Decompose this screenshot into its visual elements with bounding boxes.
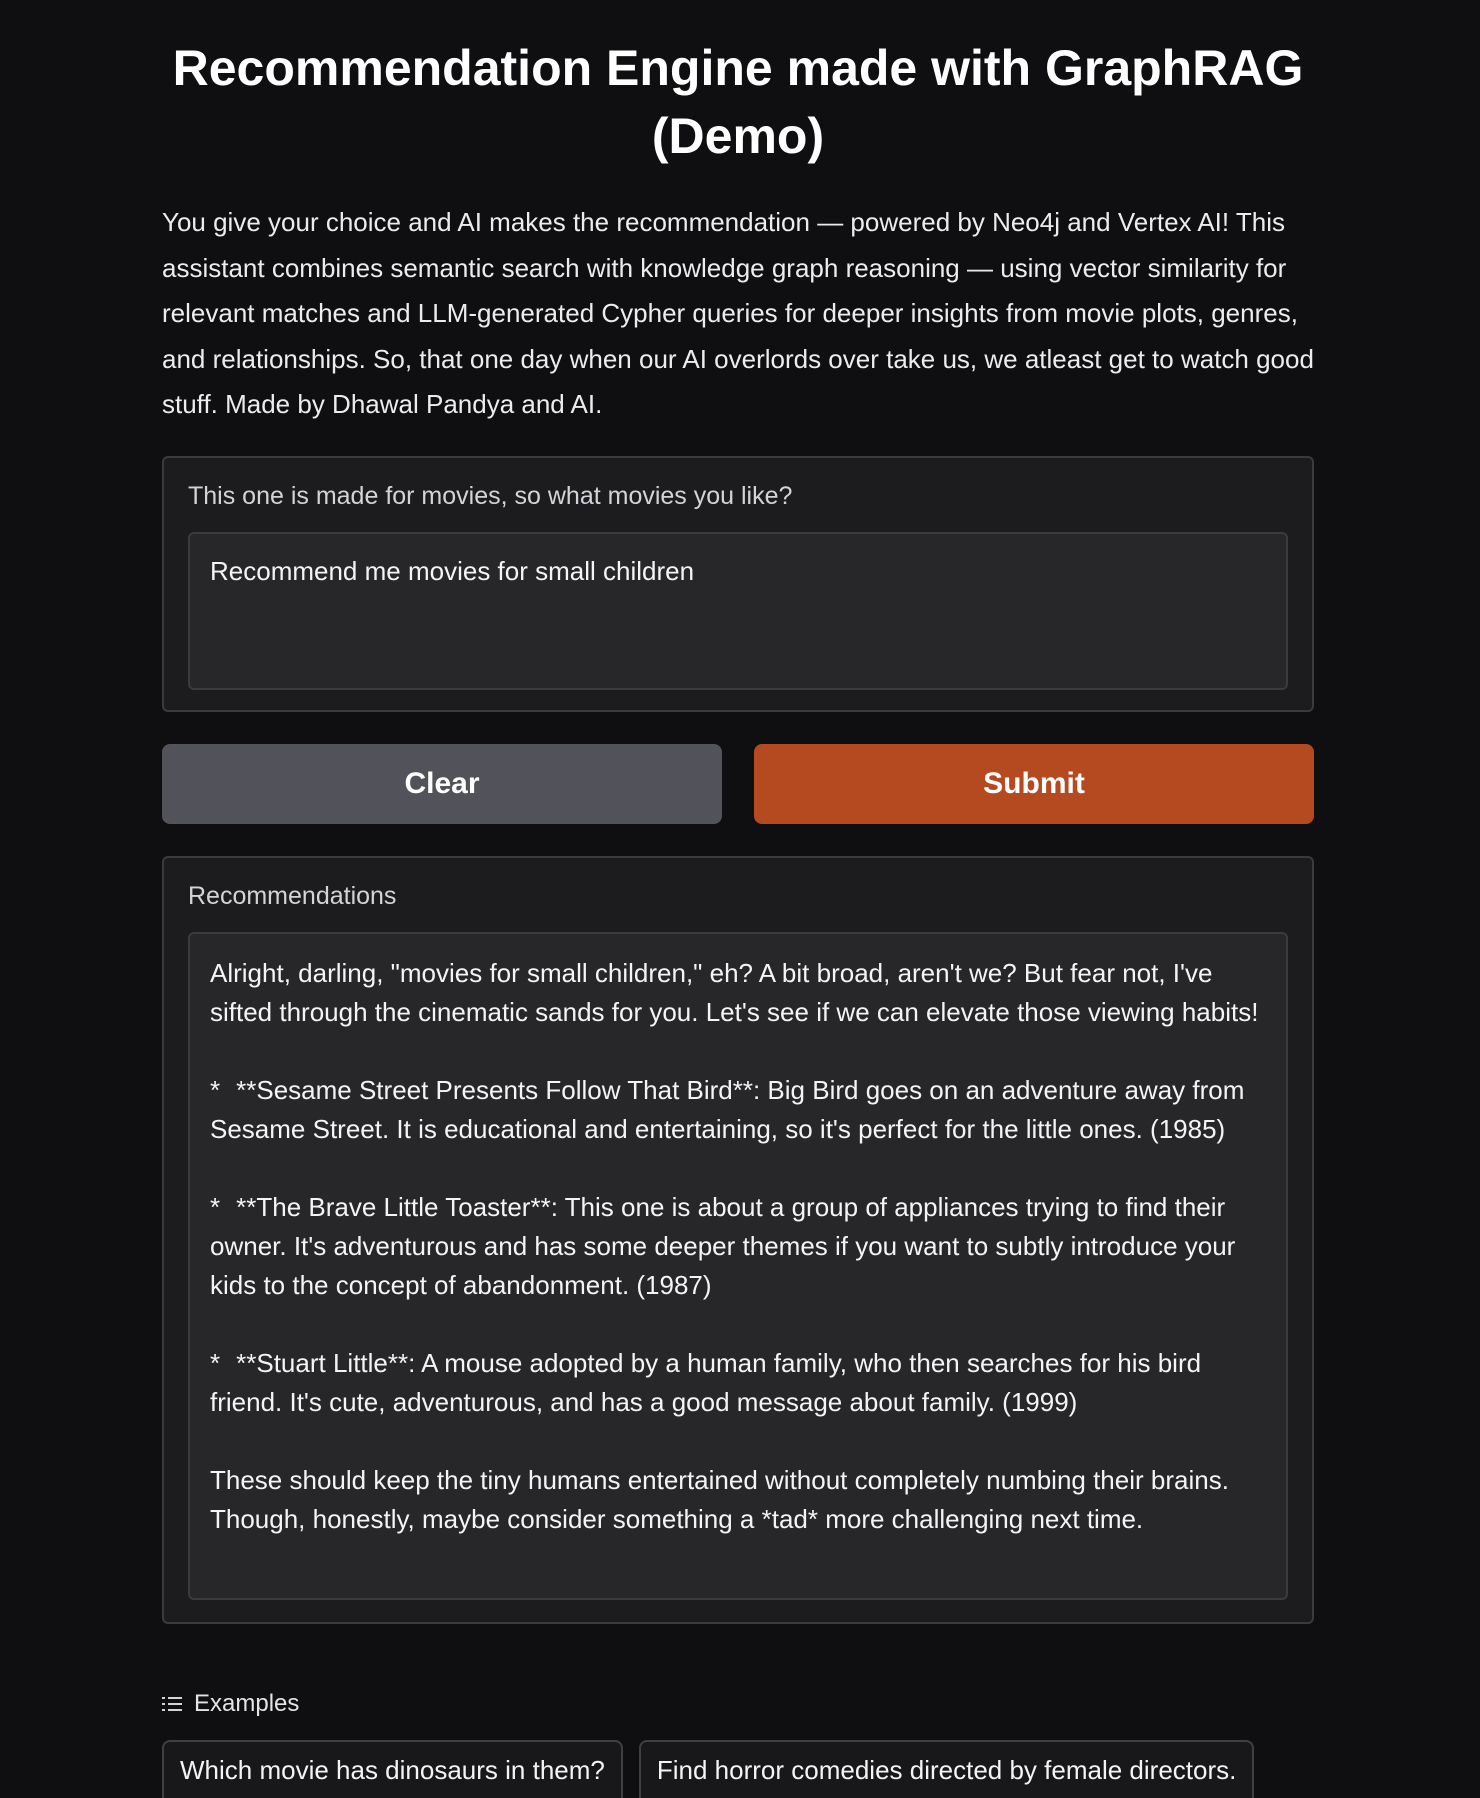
- submit-button[interactable]: Submit: [754, 744, 1314, 824]
- example-horror-comedies-button[interactable]: Find horror comedies directed by female …: [638, 1740, 1255, 1798]
- bullet-marker: *: [210, 1075, 221, 1105]
- page-title: Recommendation Engine made with GraphRAG…: [172, 40, 1304, 164]
- page: Recommendation Engine made with GraphRAG…: [0, 0, 1480, 1798]
- recommendation-text: **Stuart Little**: A mouse adopted by a …: [210, 1348, 1202, 1417]
- recommendations-outro: These should keep the tiny humans entert…: [210, 1465, 1229, 1534]
- recommendation-item: * **Sesame Street Presents Follow That Bi…: [210, 1071, 1266, 1149]
- examples-list: Which movie has dinosaurs in them? Find …: [162, 1740, 1314, 1798]
- recommendation-text: **Sesame Street Presents Follow That Bir…: [210, 1075, 1245, 1144]
- recommendation-text: **The Brave Little Toaster**: This one i…: [210, 1192, 1236, 1300]
- recommendations-intro: Alright, darling, "movies for small chil…: [210, 958, 1259, 1027]
- recommendations-panel: Recommendations Alright, darling, "movie…: [162, 856, 1314, 1624]
- recommendation-item: * **The Brave Little Toaster**: This one …: [210, 1188, 1266, 1305]
- examples-section: Examples Which movie has dinosaurs in th…: [162, 1688, 1314, 1798]
- example-dinosaurs-button[interactable]: Which movie has dinosaurs in them?: [162, 1740, 623, 1798]
- page-description: You give your choice and AI makes the re…: [162, 207, 1314, 419]
- examples-label: Examples: [194, 1690, 300, 1717]
- recommendations-output[interactable]: Alright, darling, "movies for small chil…: [188, 932, 1288, 1600]
- clear-button[interactable]: Clear: [162, 744, 722, 824]
- query-label: This one is made for movies, so what mov…: [188, 482, 793, 510]
- bullet-marker: *: [210, 1192, 221, 1222]
- button-row: Clear Submit: [162, 744, 1314, 826]
- main-content: Recommendation Engine made with GraphRAG…: [162, 0, 1314, 1798]
- recommendation-item: * **Stuart Little**: A mouse adopted by a…: [210, 1344, 1266, 1422]
- query-panel: This one is made for movies, so what mov…: [162, 456, 1314, 712]
- recommendations-label: Recommendations: [188, 882, 397, 910]
- examples-header: Examples: [162, 1688, 1314, 1720]
- list-icon: [162, 1695, 184, 1713]
- query-textarea[interactable]: Recommend me movies for small children: [188, 532, 1288, 690]
- bullet-marker: *: [210, 1348, 221, 1378]
